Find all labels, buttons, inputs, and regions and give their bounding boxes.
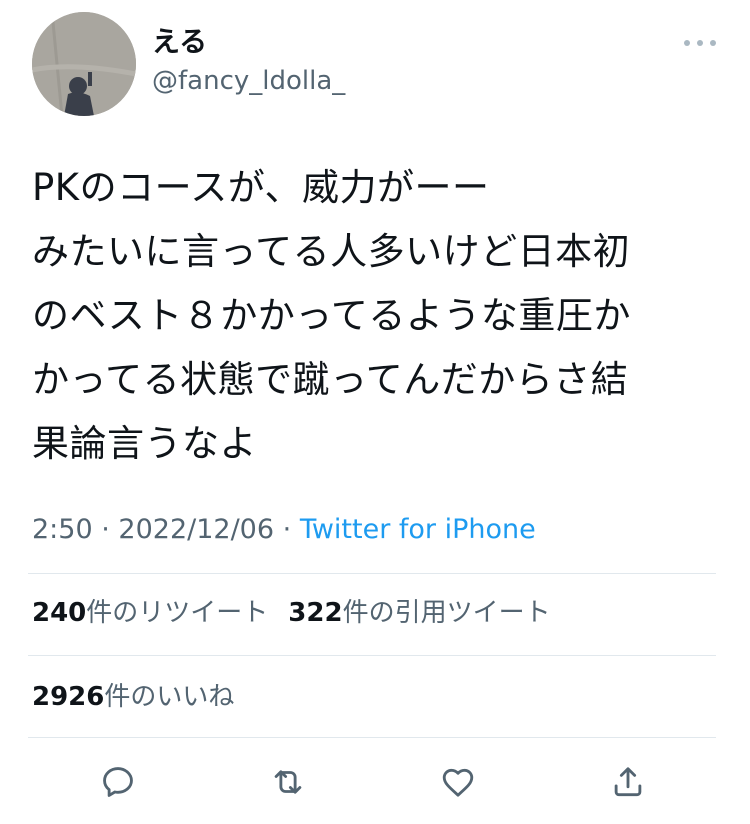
likes-link[interactable]: 2926件のいいね [32, 682, 234, 712]
retweet-button[interactable] [268, 762, 308, 802]
more-horizontal-icon [684, 40, 690, 46]
likes-count: 2926 [32, 682, 105, 712]
tweet-date[interactable]: 2022/12/06 [118, 514, 274, 545]
avatar[interactable] [32, 12, 136, 116]
tweet-text: PKのコースが、威力がーー みたいに言ってる人多いけど日本初 のベスト８かかって… [32, 166, 631, 465]
reply-icon [103, 767, 133, 797]
divider [28, 655, 716, 656]
tweet-meta: 2:50 · 2022/12/06 · Twitter for iPhone [32, 512, 536, 548]
retweets-label: 件のリツイート [86, 598, 269, 628]
likes-label: 件のいいね [104, 682, 235, 712]
share-button[interactable] [608, 762, 648, 802]
heart-icon [442, 768, 474, 797]
like-button[interactable] [438, 762, 478, 802]
divider [28, 573, 716, 574]
more-horizontal-icon [710, 40, 716, 46]
divider [28, 737, 716, 738]
share-icon [614, 767, 642, 797]
quotes-count: 322 [288, 598, 343, 628]
retweets-link[interactable]: 240件のリツイート [32, 598, 268, 628]
retweet-icon [274, 770, 302, 794]
display-name[interactable]: える [152, 24, 207, 60]
avatar-image [32, 12, 136, 116]
retweet-stats-row: 240件のリツイート 322件の引用ツイート [32, 595, 551, 631]
quote-tweets-link[interactable]: 322件の引用ツイート [288, 598, 550, 628]
quotes-label: 件の引用ツイート [342, 598, 551, 628]
tweet-actions [0, 760, 750, 804]
meta-separator: · [282, 514, 292, 545]
tweet-source-link[interactable]: Twitter for iPhone [300, 514, 536, 545]
user-handle[interactable]: @fancy_ldolla_ [152, 64, 345, 98]
more-horizontal-icon [697, 40, 703, 46]
tweet-time[interactable]: 2:50 [32, 514, 93, 545]
reply-button[interactable] [98, 762, 138, 802]
meta-separator: · [101, 514, 110, 545]
retweets-count: 240 [32, 598, 87, 628]
likes-stats-row: 2926件のいいね [32, 679, 234, 715]
more-options-button[interactable] [684, 30, 716, 56]
